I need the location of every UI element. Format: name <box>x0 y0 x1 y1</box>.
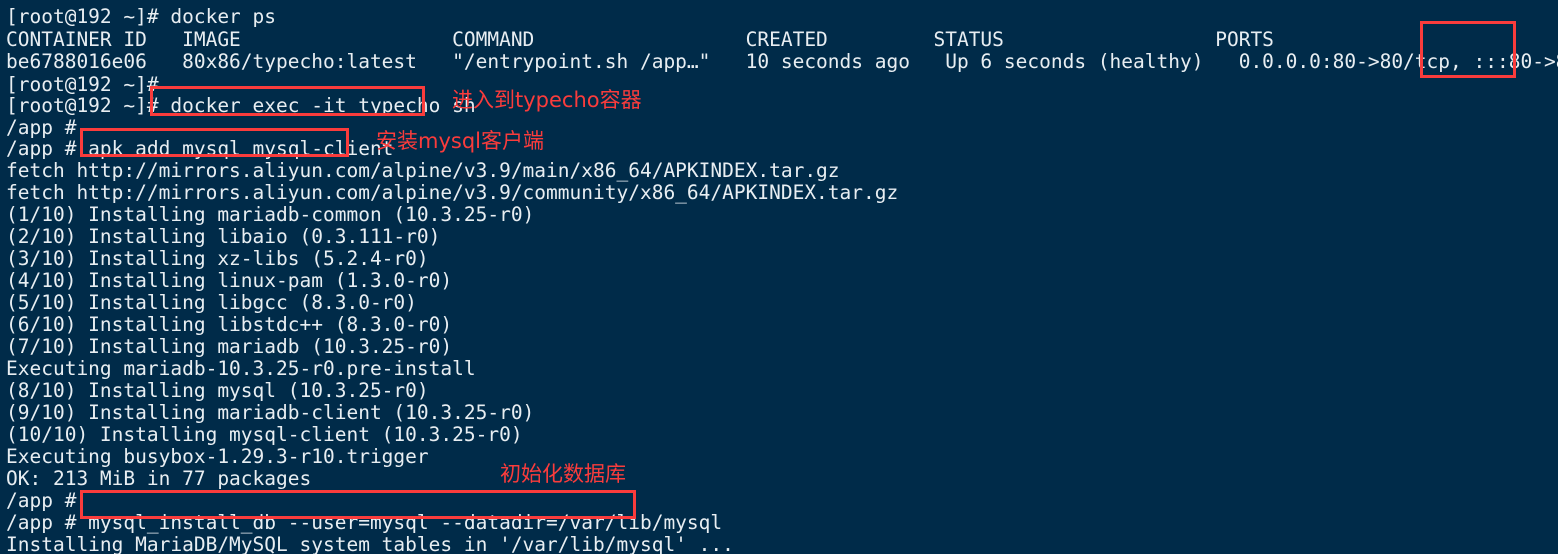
annotation-note: 进入到typecho容器 <box>452 88 642 112</box>
annotation-note: 初始化数据库 <box>500 462 626 486</box>
terminal-line: Installing MariaDB/MySQL system tables i… <box>6 533 734 554</box>
terminal-window[interactable]: [root@192 ~]# docker ps CONTAINER ID IMAG… <box>0 0 1558 554</box>
annotation-note: 安装mysql客户端 <box>376 129 544 153</box>
terminal-line: be6788016e06 80x86/typecho:latest "/entr… <box>6 50 1558 73</box>
terminal-line: [root@192 ~]# docker ps <box>6 5 277 28</box>
